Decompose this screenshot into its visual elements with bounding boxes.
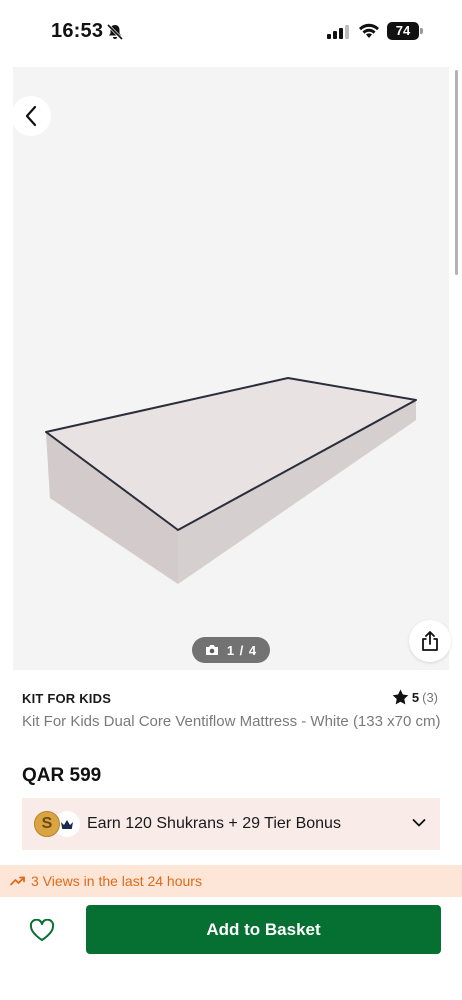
battery-tip — [420, 28, 423, 34]
trending-up-icon — [10, 876, 25, 886]
add-to-basket-button[interactable]: Add to Basket — [86, 905, 441, 954]
status-bar: 16:53 74 — [0, 0, 462, 62]
bell-slash-icon — [106, 23, 124, 41]
wifi-icon — [359, 23, 379, 38]
back-button[interactable] — [11, 96, 51, 136]
scrollbar[interactable] — [455, 70, 458, 275]
battery-level: 74 — [387, 22, 419, 40]
signal-icon — [327, 25, 349, 39]
brand-name[interactable]: KIT FOR KIDS — [22, 691, 111, 706]
product-title: Kit For Kids Dual Core Ventiflow Mattres… — [22, 713, 441, 730]
battery-icon: 74 — [387, 22, 423, 40]
product-price: QAR 599 — [22, 765, 102, 786]
star-icon — [392, 689, 409, 705]
share-button[interactable] — [409, 620, 451, 662]
status-time: 16:53 — [51, 20, 104, 42]
rating[interactable]: 5 (3) — [392, 689, 438, 705]
share-icon — [422, 631, 438, 651]
product-image — [45, 377, 417, 584]
image-counter-label: 1 / 4 — [226, 642, 258, 658]
camera-icon — [205, 645, 218, 655]
chevron-down-icon[interactable] — [412, 818, 426, 828]
shukrans-text: Earn 120 Shukrans + 29 Tier Bonus — [87, 815, 341, 832]
views-banner-text: 3 Views in the last 24 hours — [31, 873, 202, 889]
rating-value: 5 — [411, 689, 420, 705]
back-arrow-icon — [25, 105, 37, 127]
shukran-coin-icon: S — [34, 811, 60, 837]
views-banner: 3 Views in the last 24 hours — [0, 865, 462, 897]
rating-count: (3) — [422, 689, 438, 705]
heart-icon — [29, 918, 55, 941]
image-counter: 1 / 4 — [192, 637, 270, 663]
wishlist-button[interactable] — [22, 913, 62, 947]
shukrans-panel[interactable]: S Earn 120 Shukrans + 29 Tier Bonus — [22, 798, 440, 850]
